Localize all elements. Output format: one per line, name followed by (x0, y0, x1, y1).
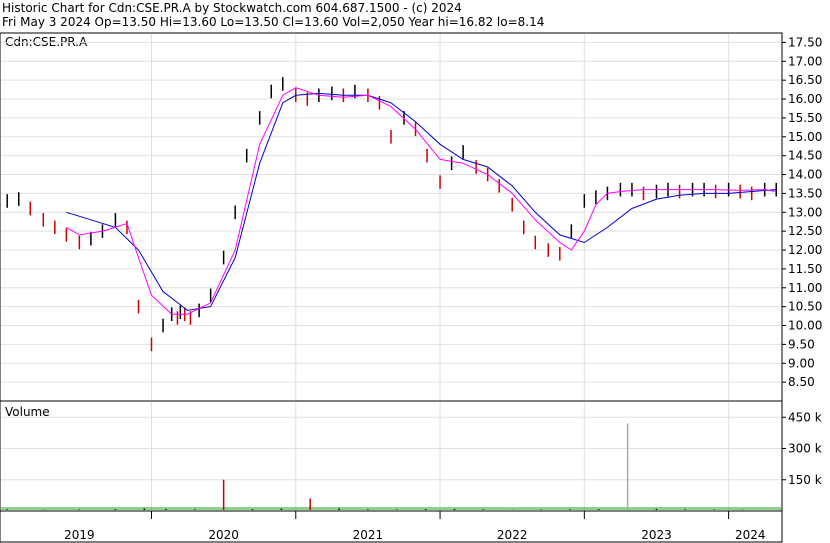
price-y-tick-label: 11.00 (788, 281, 822, 295)
volume-y-tick-label: 450 k (788, 410, 822, 424)
volume-bar (569, 509, 571, 510)
price-y-tick-label: 10.00 (788, 319, 822, 333)
price-y-tick-label: 12.00 (788, 243, 822, 257)
price-y-tick-label: 16.00 (788, 92, 822, 106)
volume-bar (165, 508, 167, 510)
volume-bar (280, 508, 283, 510)
volume-bar (655, 508, 658, 510)
volume-y-tick-label: 150 k (788, 473, 822, 487)
volume-bar (251, 509, 254, 510)
x-tick-label: 2019 (64, 528, 95, 542)
x-tick-label: 2021 (353, 528, 384, 542)
volume-bar (453, 508, 456, 510)
price-chart: Cdn:CSE.PR.A 17.5017.0016.5016.0015.5015… (0, 32, 822, 543)
volume-bar (598, 509, 600, 510)
volume-bar (222, 479, 225, 510)
price-y-tick-label: 14.50 (788, 149, 822, 163)
price-panel (0, 32, 783, 402)
volume-baseline (1, 507, 781, 510)
price-y-tick-label: 16.50 (788, 73, 822, 87)
volume-bar (684, 509, 687, 510)
volume-bar (367, 509, 369, 510)
volume-bar (309, 498, 311, 510)
price-y-tick-label: 13.50 (788, 186, 822, 200)
price-y-tick-label: 14.00 (788, 168, 822, 182)
volume-bar (626, 423, 629, 510)
price-y-tick-label: 10.50 (788, 300, 822, 314)
x-tick-label: 2023 (641, 528, 672, 542)
price-y-tick-label: 11.50 (788, 262, 822, 276)
x-tick-label: 2020 (208, 528, 239, 542)
volume-bar (338, 508, 340, 510)
price-y-tick-label: 9.00 (788, 356, 815, 370)
volume-bar (114, 509, 117, 510)
price-y-tick-label: 12.50 (788, 224, 822, 238)
volume-bar (424, 509, 427, 510)
volume-bar (143, 508, 146, 510)
price-y-tick-label: 17.00 (788, 54, 822, 68)
x-tick-label: 2022 (497, 528, 528, 542)
price-y-tick-label: 8.50 (788, 375, 815, 389)
price-y-tick-label: 15.00 (788, 130, 822, 144)
price-y-tick-label: 17.50 (788, 35, 822, 49)
price-y-tick-label: 9.50 (788, 337, 815, 351)
price-y-tick-label: 13.00 (788, 205, 822, 219)
volume-bar (482, 509, 485, 510)
price-y-tick-label: 15.50 (788, 111, 822, 125)
volume-y-tick-label: 300 k (788, 442, 822, 456)
volume-bar (194, 509, 196, 510)
volume-bar (6, 509, 8, 510)
x-tick-label: 2024 (735, 528, 766, 542)
